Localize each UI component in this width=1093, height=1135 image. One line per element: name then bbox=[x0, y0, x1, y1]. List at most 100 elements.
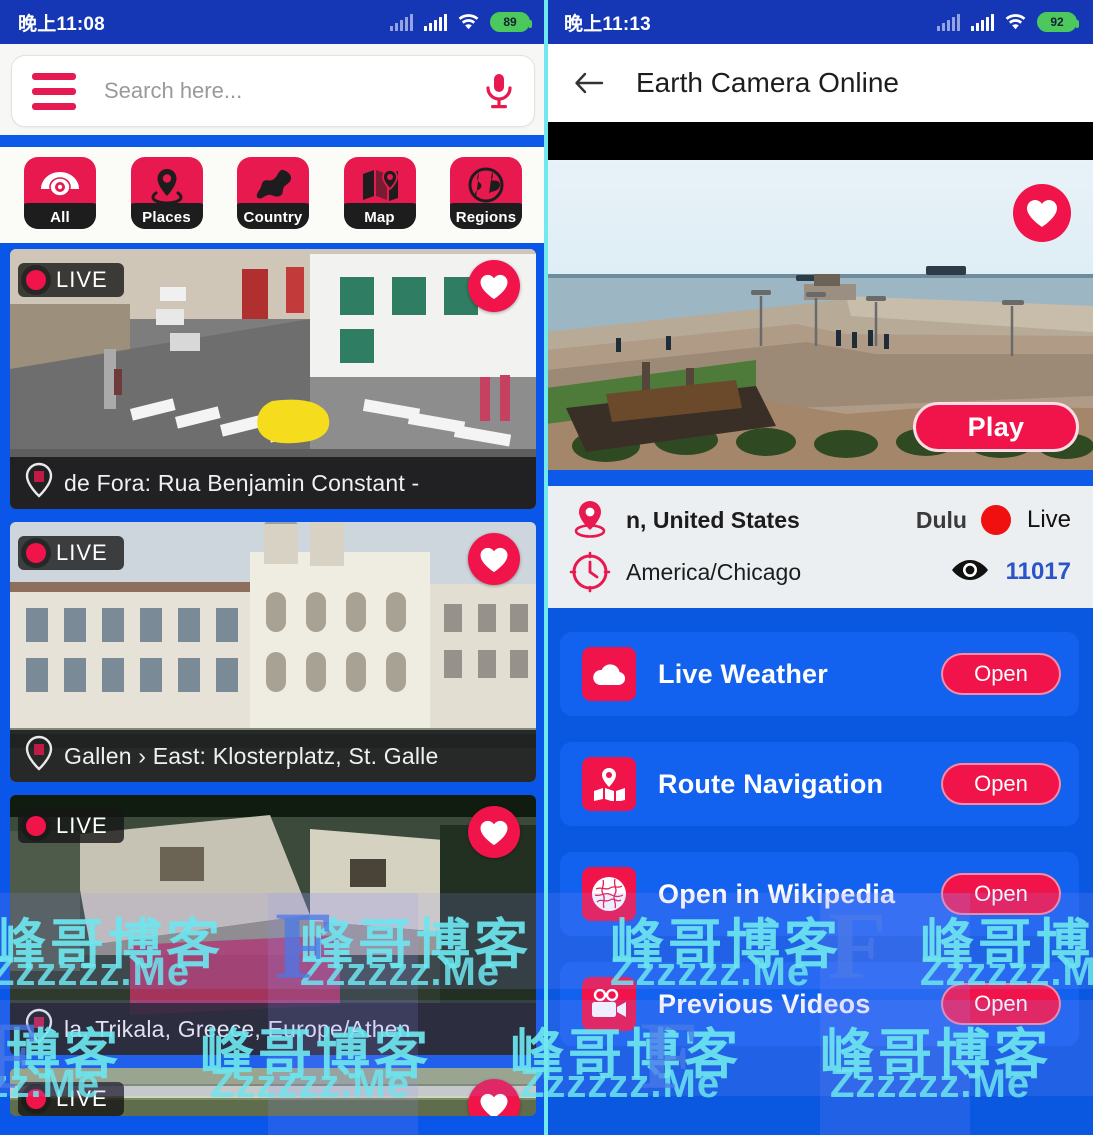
category-section: All Places Country Map Regions bbox=[0, 147, 546, 243]
category-map[interactable]: Map bbox=[343, 157, 416, 229]
open-button[interactable]: Open bbox=[941, 653, 1061, 695]
live-badge: LIVE bbox=[18, 1082, 124, 1116]
video-camera-icon bbox=[582, 977, 636, 1031]
folded-map-icon bbox=[360, 168, 400, 207]
signal-icon bbox=[424, 13, 447, 31]
camera-info-block: n, United States Dulu Live America/Chica… bbox=[546, 486, 1093, 608]
battery-indicator: 92 bbox=[1037, 12, 1079, 32]
timezone-row: America/Chicago 11017 bbox=[546, 546, 1093, 598]
play-button[interactable]: Play bbox=[913, 402, 1079, 452]
eye-icon bbox=[950, 558, 990, 587]
category-all[interactable]: All bbox=[24, 157, 96, 229]
favorite-button[interactable] bbox=[468, 806, 520, 858]
right-status-bar: 晚上11:13 92 bbox=[546, 0, 1093, 44]
caption-text: la, Trikala, Greece, Europe/Athen bbox=[64, 1015, 411, 1042]
panel-divider bbox=[544, 0, 548, 1135]
category-regions[interactable]: Regions bbox=[450, 157, 522, 229]
back-arrow-icon[interactable] bbox=[572, 66, 606, 100]
category-places[interactable]: Places bbox=[130, 157, 203, 229]
action-label: Route Navigation bbox=[658, 768, 884, 799]
action-previous-videos[interactable]: Previous Videos Open bbox=[560, 962, 1079, 1046]
caption-text: Gallen › East: Klosterplatz, St. Galle bbox=[64, 742, 439, 769]
heart-icon bbox=[480, 1093, 508, 1116]
live-dot-icon bbox=[26, 816, 46, 836]
location-pin-icon bbox=[25, 735, 53, 771]
hamburger-menu-icon[interactable] bbox=[32, 72, 76, 110]
heart-icon bbox=[480, 547, 508, 572]
left-status-bar: 晚上11:08 89 bbox=[0, 0, 546, 44]
location-marquee-tail: Dulu bbox=[915, 506, 967, 533]
signal-icon bbox=[390, 13, 413, 31]
video-player[interactable]: Play bbox=[546, 122, 1093, 470]
action-live-weather[interactable]: Live Weather Open bbox=[560, 632, 1079, 716]
live-dot-icon bbox=[26, 543, 46, 563]
signal-icon bbox=[971, 13, 994, 31]
open-button[interactable]: Open bbox=[941, 873, 1061, 915]
right-phone-panel: 晚上11:13 92 Earth Camera Online Play n, U… bbox=[546, 0, 1093, 1135]
live-label: LIVE bbox=[56, 267, 108, 292]
app-bar: Earth Camera Online bbox=[546, 44, 1093, 122]
heart-icon bbox=[480, 820, 508, 845]
action-route-navigation[interactable]: Route Navigation Open bbox=[560, 742, 1079, 826]
favorite-button[interactable] bbox=[1013, 184, 1071, 242]
wifi-icon bbox=[1005, 14, 1026, 30]
action-list: Live Weather Open Route Navigation Open bbox=[546, 608, 1093, 1046]
action-label: Live Weather bbox=[658, 658, 828, 689]
camera-card-list: LIVE de Fora: Rua Benjamin Constant - LI… bbox=[0, 243, 546, 1116]
country-shape-icon bbox=[253, 168, 293, 207]
action-open-wikipedia[interactable]: Open in Wikipedia Open bbox=[560, 852, 1079, 936]
live-badge: LIVE bbox=[18, 263, 124, 297]
left-phone-panel: 晚上11:08 89 Search here... All Places Cou… bbox=[0, 0, 546, 1135]
microphone-icon[interactable] bbox=[480, 69, 518, 113]
open-button[interactable]: Open bbox=[941, 983, 1061, 1025]
category-label: Map bbox=[343, 203, 416, 229]
camera-caption: la, Trikala, Greece, Europe/Athen bbox=[10, 1003, 536, 1055]
action-label: Open in Wikipedia bbox=[658, 878, 896, 909]
video-letterbox bbox=[546, 122, 1093, 160]
cctv-camera-icon bbox=[39, 170, 81, 205]
category-country[interactable]: Country bbox=[237, 157, 309, 229]
camera-card[interactable]: LIVE Gallen › East: Klosterplatz, St. Ga… bbox=[10, 522, 536, 782]
location-row: n, United States Dulu Live bbox=[546, 494, 1093, 546]
page-title: Earth Camera Online bbox=[636, 67, 900, 98]
category-row: All Places Country Map Regions bbox=[10, 157, 536, 229]
live-badge: LIVE bbox=[18, 809, 124, 843]
open-button[interactable]: Open bbox=[941, 763, 1061, 805]
favorite-button[interactable] bbox=[468, 260, 520, 312]
live-label: LIVE bbox=[56, 1086, 108, 1111]
route-map-icon bbox=[582, 757, 636, 811]
signal-icon bbox=[937, 13, 960, 31]
live-label: LIVE bbox=[56, 813, 108, 838]
camera-card[interactable]: LIVE de Fora: Rua Benjamin Constant - bbox=[10, 249, 536, 509]
wifi-icon bbox=[458, 14, 479, 30]
caption-text: de Fora: Rua Benjamin Constant - bbox=[64, 469, 420, 496]
live-dot-icon bbox=[26, 270, 46, 290]
favorite-button[interactable] bbox=[468, 533, 520, 585]
map-pin-icon bbox=[564, 498, 616, 542]
live-status-label: Live bbox=[1026, 506, 1071, 533]
location-value: n, United States bbox=[626, 506, 800, 533]
search-input[interactable] bbox=[76, 78, 480, 104]
wikipedia-icon bbox=[582, 867, 636, 921]
action-label: Previous Videos bbox=[658, 988, 871, 1019]
accent-strip bbox=[0, 135, 546, 147]
search-bar[interactable] bbox=[11, 55, 535, 127]
viewer-count-value: 11017 bbox=[1005, 558, 1071, 585]
status-time: 晚上11:08 bbox=[18, 13, 105, 35]
location-pin-icon bbox=[25, 1008, 53, 1044]
camera-card[interactable]: LIVE la, Trikala, Greece, Europe/Athen bbox=[10, 795, 536, 1055]
battery-indicator: 89 bbox=[490, 12, 532, 32]
heart-icon bbox=[1026, 200, 1058, 227]
category-label: All bbox=[24, 203, 96, 229]
camera-card[interactable]: LIVE bbox=[10, 1068, 536, 1116]
cloud-icon bbox=[582, 647, 636, 701]
category-label: Country bbox=[237, 203, 309, 229]
live-status: Live bbox=[980, 505, 1079, 535]
live-label: LIVE bbox=[56, 540, 108, 565]
live-dot-icon bbox=[26, 1089, 46, 1109]
location-value-wrap: n, United States Dulu bbox=[616, 507, 981, 534]
timezone-value-wrap: America/Chicago bbox=[616, 559, 950, 586]
dual-phone-screenshot: 晚上11:08 89 Search here... All Places Cou… bbox=[0, 0, 1093, 1135]
camera-caption: de Fora: Rua Benjamin Constant - bbox=[10, 457, 536, 509]
live-dot-icon bbox=[980, 505, 1011, 535]
